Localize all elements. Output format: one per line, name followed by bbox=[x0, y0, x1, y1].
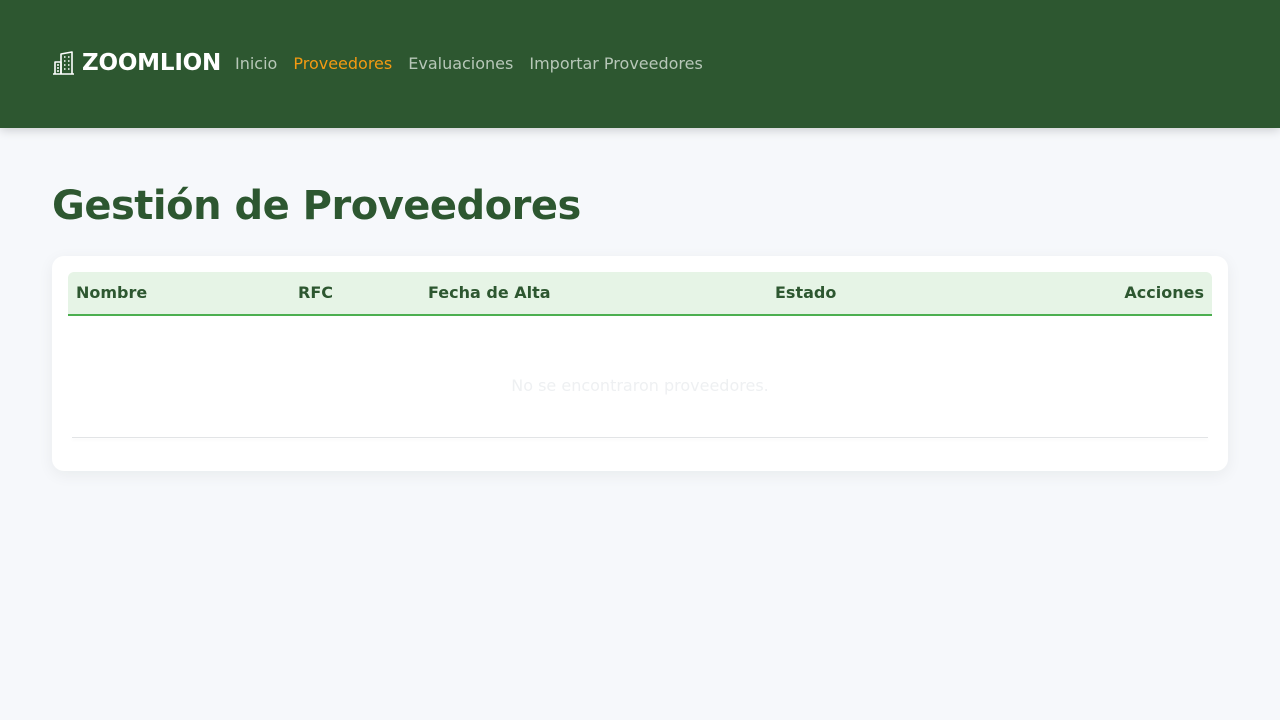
brand-name: ZOOMLION bbox=[82, 50, 222, 76]
table-body: No se encontraron proveedores. bbox=[68, 316, 1212, 438]
table-header: Nombre RFC Fecha de Alta Estado Acciones bbox=[68, 272, 1212, 316]
column-header-acciones: Acciones bbox=[1124, 283, 1204, 302]
page-title: Gestión de Proveedores bbox=[52, 183, 581, 229]
nav-item-importar-proveedores[interactable]: Importar Proveedores bbox=[529, 54, 702, 73]
column-header-fecha-de-alta: Fecha de Alta bbox=[428, 283, 551, 302]
column-header-nombre: Nombre bbox=[76, 283, 148, 302]
column-header-estado: Estado bbox=[775, 283, 837, 302]
column-header-rfc: RFC bbox=[298, 283, 333, 302]
nav-item-evaluaciones[interactable]: Evaluaciones bbox=[408, 54, 513, 73]
top-navbar: ZOOMLION Inicio Proveedores Evaluaciones… bbox=[0, 0, 1280, 128]
suppliers-card: Nombre RFC Fecha de Alta Estado Acciones… bbox=[52, 256, 1228, 471]
nav-item-proveedores[interactable]: Proveedores bbox=[293, 54, 392, 73]
brand-logo-link[interactable]: ZOOMLION bbox=[52, 48, 221, 78]
main-nav: Inicio Proveedores Evaluaciones Importar… bbox=[235, 52, 719, 74]
empty-state-message: No se encontraron proveedores. bbox=[511, 376, 769, 395]
table-bottom-divider bbox=[72, 437, 1208, 438]
building-icon bbox=[52, 51, 75, 75]
nav-item-inicio[interactable]: Inicio bbox=[235, 54, 277, 73]
suppliers-table: Nombre RFC Fecha de Alta Estado Acciones… bbox=[68, 272, 1212, 438]
